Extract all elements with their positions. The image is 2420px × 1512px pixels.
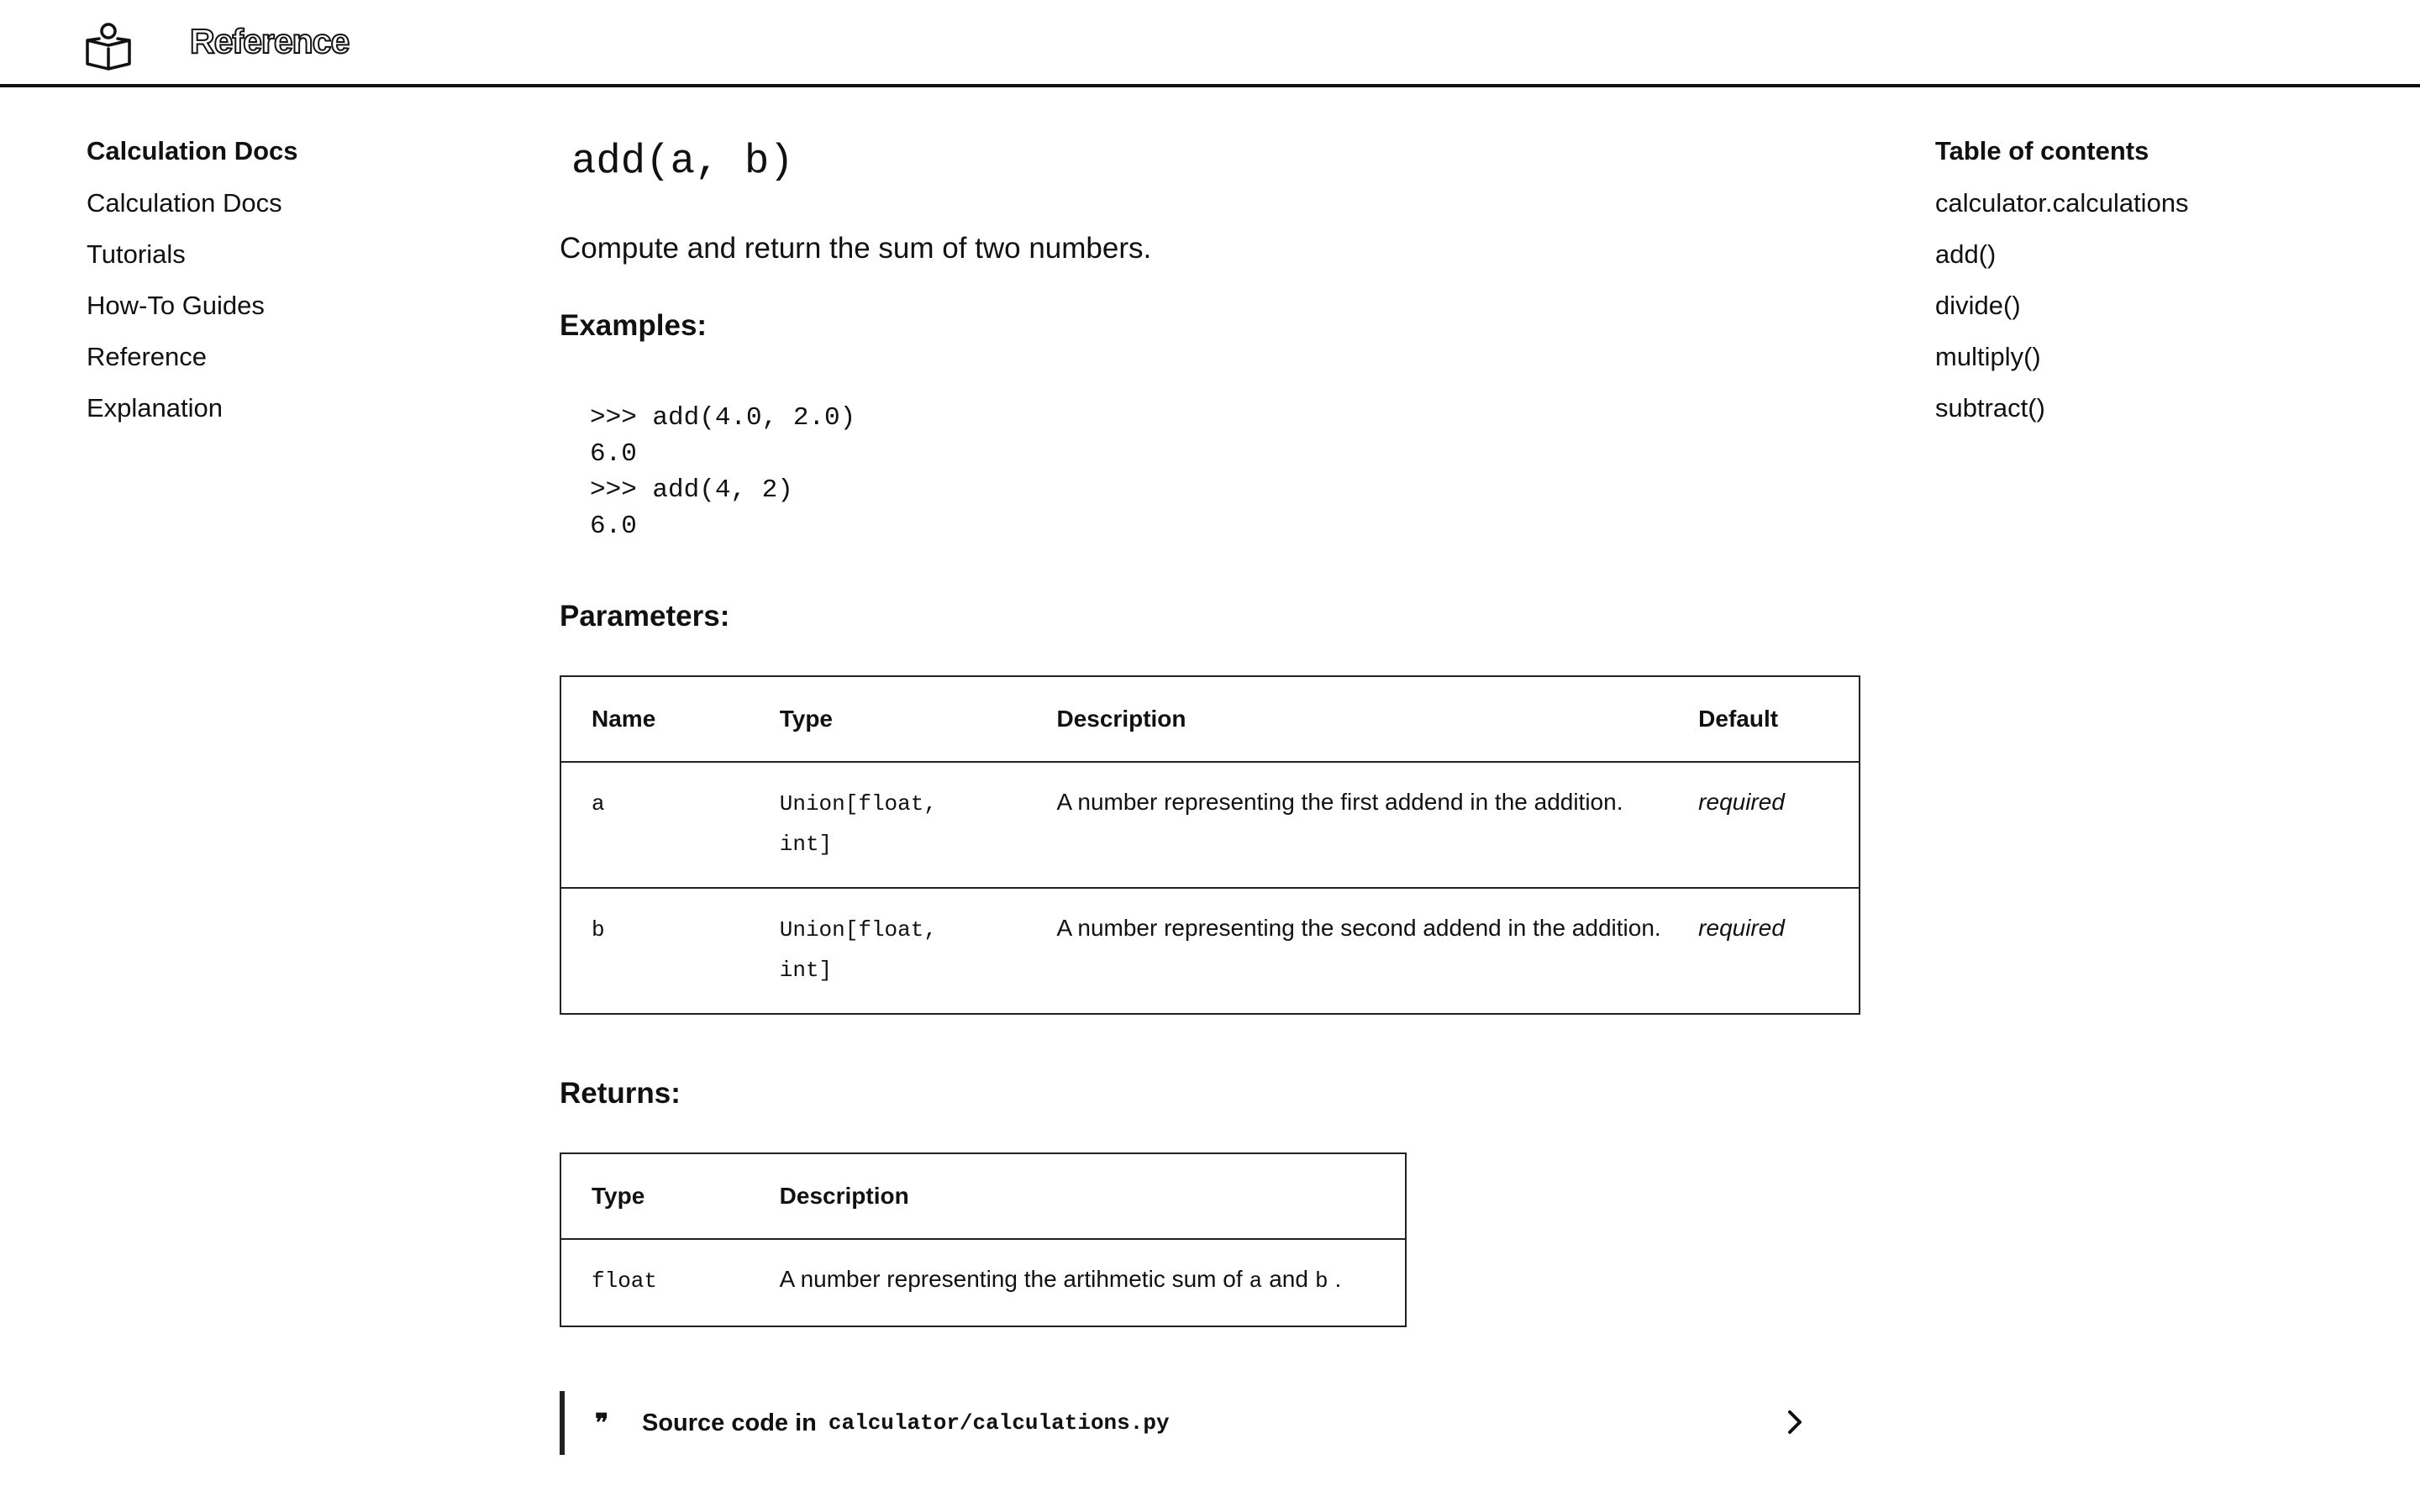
return-type: float <box>592 1268 658 1294</box>
nav-item-how-to-guides[interactable]: How-To Guides <box>87 289 439 340</box>
return-description-period: . <box>1334 1266 1342 1292</box>
param-name: a <box>592 791 605 816</box>
chevron-right-icon[interactable] <box>1783 1408 1807 1436</box>
param-name-cell: a <box>560 762 750 889</box>
nav-title: Calculation Docs <box>87 136 298 165</box>
param-type-line2: int] <box>779 958 833 983</box>
param-description: A number representing the first addend i… <box>1026 762 1669 889</box>
param-type-cell: Union[float, int] <box>750 888 1027 1014</box>
parameters-heading: Parameters: <box>560 600 730 633</box>
toc-item-calculator-calculations[interactable]: calculator.calculations <box>1935 186 2372 238</box>
returns-heading: Returns: <box>560 1077 681 1110</box>
returns-table: Type Description float A number represen… <box>560 1152 1407 1327</box>
param-type-line1: Union[float, <box>779 917 937 942</box>
function-signature: add(a, b) <box>571 138 794 185</box>
source-code-path: calculator/calculations.py <box>828 1410 1170 1436</box>
toc-title: Table of contents <box>1935 136 2149 165</box>
return-description-text: A number representing the artihmetic sum… <box>779 1266 1243 1292</box>
function-summary: Compute and return the sum of two number… <box>560 232 1152 265</box>
column-header-name: Name <box>560 676 750 763</box>
table-of-contents: Table of contents calculator.calculation… <box>1935 134 2372 443</box>
header-title[interactable]: Reference <box>189 21 350 61</box>
param-default: required <box>1668 762 1860 889</box>
return-type-cell: float <box>560 1239 750 1326</box>
nav-item-tutorials[interactable]: Tutorials <box>87 238 439 289</box>
toc-item-divide[interactable]: divide() <box>1935 289 2372 340</box>
examples-code-block: >>> add(4.0, 2.0) 6.0 >>> add(4, 2) 6.0 <box>590 403 856 541</box>
inline-code-a: a <box>1249 1268 1263 1294</box>
examples-heading: Examples: <box>560 309 708 342</box>
param-description: A number representing the second addend … <box>1056 915 1661 941</box>
source-code-label: Source code in <box>642 1409 817 1436</box>
param-type-line1: Union[float, <box>779 791 937 816</box>
param-type-cell: Union[float, int] <box>749 762 1027 889</box>
param-type-line2: int] <box>779 832 833 857</box>
parameters-table: Name Type Description Default a Union[fl… <box>560 675 1860 1015</box>
return-description-and: and <box>1269 1266 1308 1292</box>
quote-icon: ❞ <box>595 1409 609 1437</box>
table-header-row: Name Type Description Default <box>560 676 1860 763</box>
param-default: required <box>1698 915 1785 941</box>
table-row: float A number representing the artihmet… <box>560 1239 1406 1326</box>
nav-item-reference[interactable]: Reference <box>87 340 439 391</box>
column-header-type: Type <box>749 676 1027 763</box>
toc-item-multiply[interactable]: multiply() <box>1935 340 2372 391</box>
return-description-cell: A number representing the artihmetic sum… <box>750 1239 1406 1326</box>
nav-item-calculation-docs[interactable]: Calculation Docs <box>87 186 439 238</box>
param-name-cell: b <box>560 888 750 1014</box>
book-reader-icon[interactable] <box>82 18 134 71</box>
inline-code-b: b <box>1314 1268 1328 1294</box>
table-header-row: Type Description <box>560 1153 1406 1240</box>
column-header-default: Default <box>1668 676 1860 763</box>
toc-item-add[interactable]: add() <box>1935 238 2372 289</box>
source-code-toggle[interactable]: ❞ Source code in calculator/calculations… <box>560 1391 1837 1455</box>
site-header: Reference <box>0 0 2420 87</box>
table-row: a Union[float, int] A number representin… <box>560 762 1860 889</box>
nav-item-explanation[interactable]: Explanation <box>87 391 439 443</box>
column-header-description: Description <box>749 1153 1406 1240</box>
column-header-description: Description <box>1026 676 1669 763</box>
toc-item-subtract[interactable]: subtract() <box>1935 391 2372 443</box>
param-name: b <box>592 917 605 942</box>
column-header-type: Type <box>560 1153 750 1240</box>
table-row: b Union[float, int] A number representin… <box>560 888 1860 1014</box>
left-navigation: Calculation Docs Calculation Docs Tutori… <box>87 134 439 443</box>
